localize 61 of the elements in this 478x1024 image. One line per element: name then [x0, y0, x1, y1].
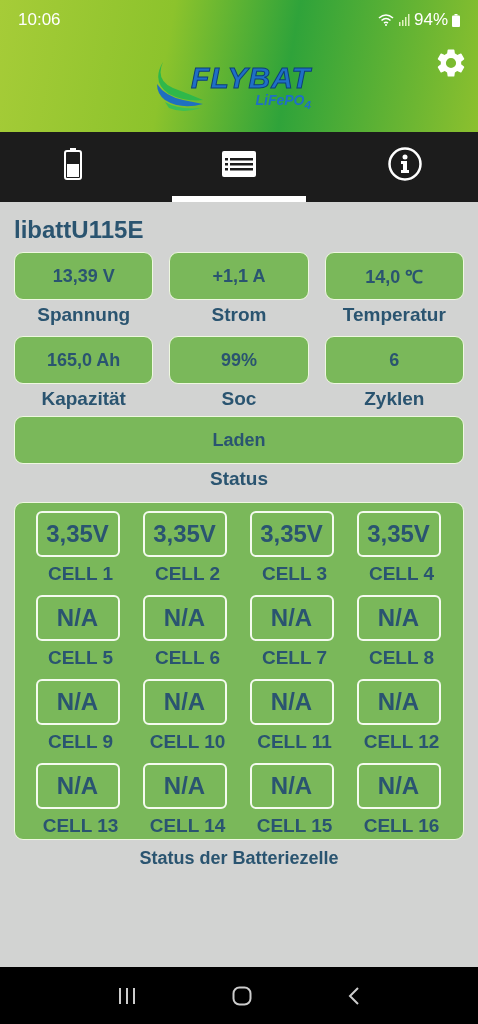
cell-battery: N/A	[356, 679, 441, 725]
wifi-icon	[377, 14, 394, 26]
status-time: 10:06	[18, 10, 61, 30]
cell-label: CELL 2	[154, 563, 221, 585]
cell-battery: 3,35V	[35, 511, 120, 557]
cell-battery: N/A	[35, 595, 120, 641]
status-box: Laden	[14, 416, 464, 464]
metric-label: Soc	[220, 388, 258, 410]
cell-battery: N/A	[35, 679, 120, 725]
recents-icon[interactable]	[118, 987, 136, 1004]
metric-label: Temperatur	[341, 304, 447, 326]
cell-battery: N/A	[35, 763, 120, 809]
cell-label: CELL 3	[261, 563, 328, 585]
value-box: 13,39 V	[14, 252, 154, 300]
value-box: 14,0 ℃	[324, 252, 464, 300]
status-label: Status	[208, 468, 270, 490]
metric-label: Zyklen	[363, 388, 426, 410]
cell-label: CELL 4	[368, 563, 435, 585]
cell-label: CELL 1	[47, 563, 114, 585]
home-icon[interactable]	[232, 985, 252, 1006]
value-box: 6	[324, 336, 464, 384]
cell-battery: N/A	[249, 595, 334, 641]
cell-battery: N/A	[356, 595, 441, 641]
value-box: 165,0 Ah	[14, 336, 154, 384]
cell-label: CELL 15	[256, 815, 333, 837]
battery-icon	[452, 13, 460, 27]
cell-label: CELL 8	[368, 647, 435, 669]
value-box: 99%	[169, 336, 309, 384]
cell-battery: N/A	[142, 763, 227, 809]
cell-label: CELL 12	[363, 731, 440, 753]
cell-label: CELL 7	[261, 647, 328, 669]
value-box: +1,1 A	[169, 252, 309, 300]
cell-label: CELL 6	[154, 647, 221, 669]
cell-battery: N/A	[142, 679, 227, 725]
cell-label: CELL 5	[47, 647, 114, 669]
logo-subtext: LiFePO$_{4}$	[255, 93, 311, 112]
cells-caption: Status der Batteriezelle	[138, 848, 340, 869]
signal-icon	[397, 14, 410, 26]
cell-label: CELL 14	[149, 815, 226, 837]
logo-text: FLYBAT	[191, 63, 311, 94]
cell-battery: 3,35V	[356, 511, 441, 557]
battery-icon	[64, 148, 83, 180]
metric-label: Kapazität	[40, 388, 127, 410]
cell-label: CELL 10	[149, 731, 226, 753]
cell-battery: N/A	[356, 763, 441, 809]
battery-percent: 94%	[413, 10, 448, 30]
metric-label: Strom	[210, 304, 268, 326]
cell-battery: 3,35V	[142, 511, 227, 557]
cell-label: CELL 13	[42, 815, 119, 837]
list-icon	[222, 151, 256, 177]
cell-label: CELL 16	[363, 815, 440, 837]
info-icon	[387, 147, 422, 181]
metric-label: Spannung	[36, 304, 132, 326]
cell-label: CELL 9	[47, 731, 114, 753]
cell-label: CELL 11	[257, 731, 332, 753]
back-icon[interactable]	[348, 986, 360, 1005]
cell-battery: 3,35V	[249, 511, 334, 557]
cell-battery: N/A	[142, 595, 227, 641]
device-name: libattU115E	[14, 216, 145, 244]
cell-battery: N/A	[249, 763, 334, 809]
cell-battery: N/A	[249, 679, 334, 725]
